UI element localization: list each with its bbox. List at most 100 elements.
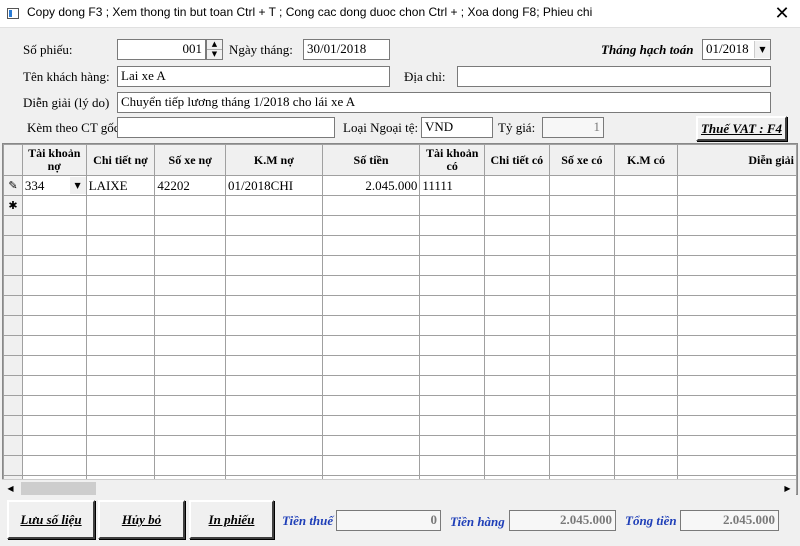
table-cell [85,295,156,316]
table-cell [154,335,227,356]
dia-chi-input[interactable] [457,66,771,87]
table-cell [21,255,87,276]
table-cell [225,455,323,476]
table-cell [614,295,678,316]
row-selector [3,375,23,396]
col-header-tk-no[interactable]: Tài khoản nợ [21,144,87,176]
table-cell [225,355,323,376]
so-phieu-input[interactable]: 001 [117,39,206,60]
table-cell [85,375,156,396]
table-cell[interactable]: 2.045.000 [321,175,421,196]
table-cell [676,455,797,476]
scroll-left-icon[interactable]: ◀ [2,480,19,497]
table-cell[interactable] [676,175,797,196]
table-cell [85,335,156,356]
table-cell [321,435,421,456]
save-button[interactable]: Lưu số liệu [7,500,95,539]
table-cell [548,455,616,476]
tk-no-value: 334 [24,177,45,193]
table-cell [154,215,227,236]
so-phieu-spinner[interactable]: ▲ ▼ [206,39,223,60]
thue-vat-button[interactable]: Thuế VAT : F4 [696,116,787,141]
col-header-so-tien[interactable]: Số tiền [321,144,421,176]
dia-chi-label: Địa chỉ: [404,69,446,84]
table-cell[interactable] [614,195,678,216]
dien-giai-input[interactable]: Chuyển tiếp lương tháng 1/2018 cho lái x… [117,92,771,113]
table-cell [548,395,616,416]
table-cell[interactable]: 01/2018CHI [225,175,323,196]
col-header-ct-co[interactable]: Chi tiết có [484,144,550,176]
col-header-dien-giai[interactable]: Diễn giải [676,144,797,176]
table-row[interactable]: ✎ 334 ▼ LAIXE 42202 01/2018CHI 2.045.000… [3,175,797,196]
table-cell[interactable] [614,175,678,196]
table-cell [614,215,678,236]
new-row[interactable]: ✱ [3,195,797,216]
chevron-down-icon[interactable]: ▼ [69,177,86,194]
edit-pencil-icon[interactable]: ✎ [3,175,23,196]
table-cell [548,375,616,396]
table-cell[interactable]: 11111 [419,175,486,196]
ten-khach-hang-input[interactable]: Lai xe A [117,66,390,87]
table-cell [225,415,323,436]
table-cell[interactable] [321,195,421,216]
table-cell[interactable] [676,195,797,216]
table-cell[interactable] [484,175,550,196]
table-cell [321,295,421,316]
table-cell[interactable]: 334 ▼ [21,175,87,196]
table-cell [484,355,550,376]
chevron-down-icon[interactable]: ▼ [754,41,770,58]
table-cell [225,295,323,316]
empty-row [3,415,797,436]
table-cell [321,255,421,276]
table-cell[interactable] [21,195,87,216]
table-cell[interactable] [154,195,227,216]
table-cell[interactable] [225,195,323,216]
col-header-so-xe-no[interactable]: Số xe nợ [154,144,227,176]
spin-up-icon[interactable]: ▲ [207,40,222,49]
table-cell [484,415,550,436]
table-cell [419,435,486,456]
table-cell[interactable] [85,195,156,216]
table-cell [676,335,797,356]
table-cell [548,435,616,456]
loai-ngoai-te-input[interactable]: VND [421,117,493,138]
table-cell[interactable] [548,195,616,216]
cancel-button[interactable]: Hủy bỏ [98,500,185,539]
table-cell [321,275,421,296]
scroll-thumb[interactable] [21,482,96,495]
table-cell[interactable] [419,195,486,216]
col-header-tk-co[interactable]: Tài khoản có [419,144,486,176]
kem-theo-input[interactable] [117,117,335,138]
table-cell [154,275,227,296]
col-header-so-xe-co[interactable]: Số xe có [548,144,616,176]
table-cell[interactable] [484,195,550,216]
col-header-km-co[interactable]: K.M có [614,144,678,176]
table-cell [321,235,421,256]
table-cell [548,315,616,336]
entry-grid[interactable]: Tài khoản nợ Chi tiết nợ Số xe nợ K.M nợ… [2,143,798,495]
empty-row [3,295,797,316]
spin-down-icon[interactable]: ▼ [207,49,222,58]
so-phieu-label: Số phiếu: [23,42,73,57]
col-header-km-no[interactable]: K.M nợ [225,144,323,176]
thang-hach-toan-select[interactable]: 01/2018 ▼ [702,39,771,60]
tong-tien-value: 2.045.000 [680,510,779,531]
app-icon [7,8,19,19]
scroll-right-icon[interactable]: ▶ [779,480,796,497]
table-cell [321,415,421,436]
table-cell [154,235,227,256]
table-cell [225,435,323,456]
print-button[interactable]: In phiếu [189,500,274,539]
row-selector [3,355,23,376]
table-cell [484,395,550,416]
table-cell[interactable]: 42202 [154,175,227,196]
table-cell[interactable] [548,175,616,196]
table-cell [548,255,616,276]
ngay-thang-input[interactable]: 30/01/2018 [303,39,390,60]
close-button[interactable]: ✕ [764,0,800,28]
table-cell [548,335,616,356]
table-cell[interactable]: LAIXE [85,175,156,196]
horizontal-scrollbar[interactable]: ◀ ▶ [2,479,796,496]
table-cell [676,215,797,236]
col-header-ct-no[interactable]: Chi tiết nợ [85,144,156,176]
